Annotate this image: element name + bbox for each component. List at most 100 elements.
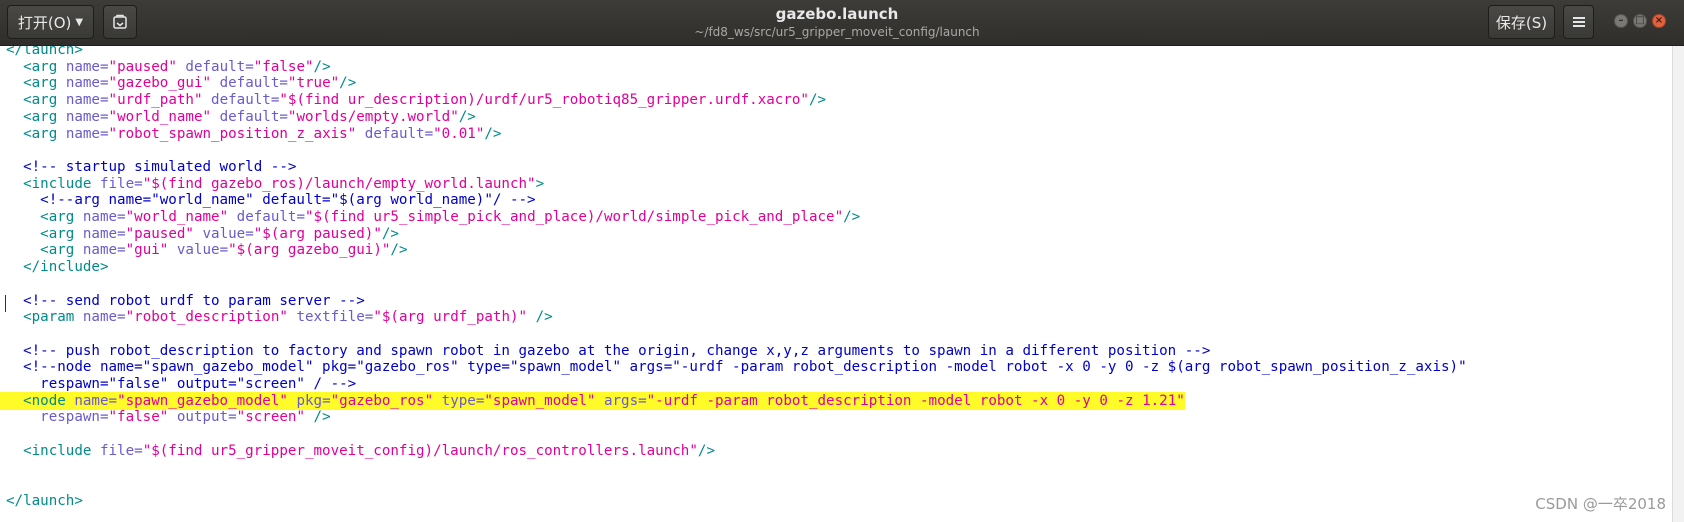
code-token-attr: name= [65,58,109,75]
code-token-attr: default= [211,108,288,125]
code-token-comment: <!--node name="spawn_gazebo_model" pkg="… [23,359,1467,376]
code-token-attr: pkg= [287,392,331,409]
code-token-attr: textfile= [287,309,374,326]
code-line: <arg name="gui" value="$(arg gazebo_gui)… [0,241,407,259]
open-menu-button[interactable]: 打开(O) ▼ [7,5,94,39]
code-token-string: "$(find ur5_gripper_moveit_config)/launc… [142,442,698,459]
maximize-icon[interactable]: □ [1633,14,1647,28]
code-token-string: "$(find ur_description)/urdf/ur5_robotiq… [279,92,809,109]
code-token-string: "paused" [125,225,194,242]
code-token-string: "false" [108,409,169,426]
close-icon[interactable]: × [1652,14,1666,28]
code-token-attr: name= [65,75,109,92]
code-line: <include file="$(find gazebo_ros)/launch… [0,175,544,193]
code-token-string: "-urdf -param robot_description -model r… [646,392,1185,409]
code-token-tag: <node [23,392,75,409]
code-token-attr: name= [82,242,126,259]
code-line: </launch> [0,492,83,510]
code-token-string: "robot_spawn_position_z_axis" [108,125,357,142]
code-token-tag: /> [381,225,399,242]
code-token-tag: <include [23,442,100,459]
code-token-attr: value= [193,225,254,242]
code-token-attr: name= [82,209,126,225]
code-token-tag: <arg [40,225,83,242]
code-token-attr: type= [433,392,485,409]
code-line: <include file="$(find ur5_gripper_moveit… [0,442,715,460]
code-token-tag: /> [313,58,331,75]
code-token-tag: /> [843,209,861,225]
code-token-tag: /> [339,75,357,92]
code-token-string: "screen" [236,409,305,426]
code-token-attr: file= [99,175,143,192]
code-token-tag: <arg [40,209,83,225]
code-token-attr: value= [168,242,229,259]
code-editor[interactable]: </launch> <arg name="paused" default="fa… [0,46,1672,522]
code-token-attr: output= [168,409,237,426]
code-token-tag: /> [458,108,476,125]
window-title: gazebo.launch [775,5,899,23]
code-token-string: "spawn_model" [484,392,596,409]
code-token-string: "0.01" [433,125,485,142]
new-document-button[interactable] [103,5,137,39]
code-token-attr: default= [202,92,280,109]
code-token-comment: <!-- startup simulated world --> [23,158,297,175]
code-line: </include> [0,258,108,276]
code-token-string: "gazebo_ros" [330,392,434,409]
header-bar: 打开(O) ▼ gazebo.launch ~/fd8_ws/src/ur5_g… [0,0,1684,46]
code-line: <!--arg name="world_name" default="$(arg… [0,191,535,209]
document-save-icon [113,14,127,29]
code-token-tag: <param [23,309,83,326]
code-token-string: "spawn_gazebo_model" [117,392,288,409]
code-token-comment: respawn="false" output="screen" / --> [40,376,357,392]
minimize-icon[interactable]: – [1614,14,1628,28]
code-token-attr: name= [82,309,126,326]
save-button[interactable]: 保存(S) [1488,5,1555,39]
code-token-tag: <arg [23,92,66,109]
code-token-attr: args= [595,392,647,409]
vertical-scrollbar[interactable] [1672,46,1684,522]
code-line: <arg name="gazebo_gui" default="true"/> [0,74,356,92]
code-token-string: "world_name" [125,209,229,225]
open-label: 打开(O) [17,13,72,32]
code-line: <!-- startup simulated world --> [0,158,296,176]
code-token-attr: default= [228,209,305,225]
code-token-tag: /> [305,409,331,426]
code-token-tag: <arg [23,125,66,142]
code-line: respawn="false" output="screen" / --> [0,375,356,393]
code-token-attr: name= [65,125,109,142]
code-token-tag: <arg [23,58,66,75]
code-token-comment: <!-- push robot_description to factory a… [23,342,1211,359]
code-token-string: "true" [287,75,340,92]
text-cursor [5,295,6,312]
code-token-tag: > [535,175,545,192]
code-line: <!-- push robot_description to factory a… [0,342,1210,360]
code-token-attr: name= [82,225,126,242]
code-token-attr: name= [74,392,118,409]
hamburger-icon [1572,17,1585,27]
code-token-string: "world_name" [108,108,212,125]
code-token-attr: name= [65,92,109,109]
hamburger-menu-button[interactable] [1563,5,1594,39]
code-token-attr: file= [99,442,143,459]
code-token-tag: /> [808,92,827,109]
code-token-attr: respawn= [40,409,109,426]
code-token-tag: <arg [23,108,66,125]
code-line: <!-- send robot urdf to param server --> [0,292,365,310]
code-line: <arg name="paused" default="false"/> [0,58,331,76]
